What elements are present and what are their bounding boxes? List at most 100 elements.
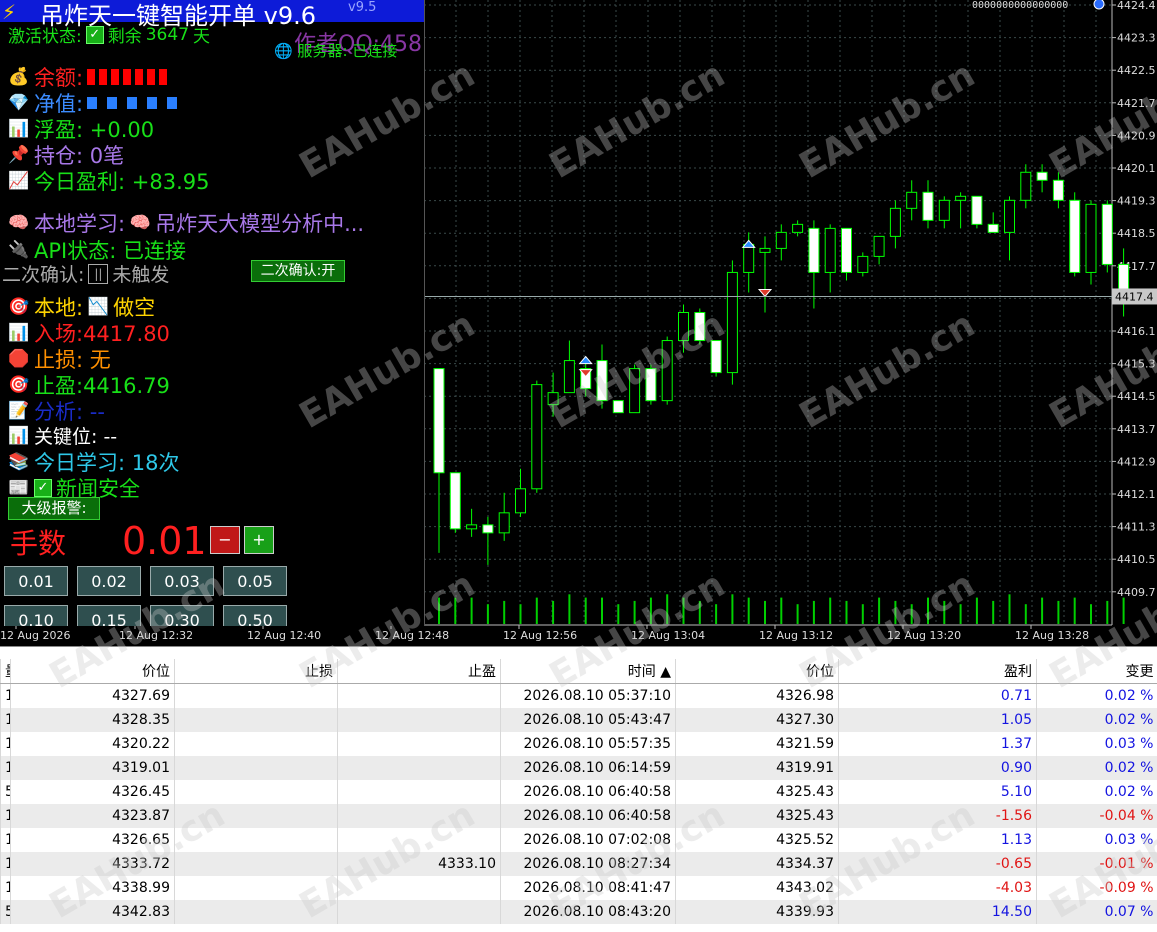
- trade-table: 量价位止损止盈时间 ▲价位盈利变更 14327.692026.08.10 05:…: [0, 659, 1157, 924]
- lot-preset-button[interactable]: 0.02: [77, 566, 141, 596]
- table-header-row: 量价位止损止盈时间 ▲价位盈利变更: [1, 659, 1157, 684]
- table-cell: 2026.08.10 05:37:10: [501, 684, 676, 709]
- candle-body: [499, 513, 509, 533]
- table-cell: 1.05: [839, 708, 1037, 732]
- column-header[interactable]: 量: [1, 659, 11, 684]
- table-row[interactable]: 14319.012026.08.10 06:14:594319.910.900.…: [1, 756, 1157, 780]
- table-cell: 0.03 %: [1037, 828, 1157, 852]
- column-header[interactable]: 止损: [175, 659, 338, 684]
- table-cell: 1: [1, 684, 11, 709]
- table-cell: 4319.91: [676, 756, 839, 780]
- bar-chart-icon: 📊: [8, 118, 30, 140]
- table-cell: 2026.08.10 06:40:58: [501, 780, 676, 804]
- table-row[interactable]: 14328.352026.08.10 05:43:474327.301.050.…: [1, 708, 1157, 732]
- activation-row: 激活状态: ✓ 剩余 3647 天: [8, 22, 210, 47]
- table-cell: 2026.08.10 08:27:34: [501, 852, 676, 876]
- local-learning-value: 吊炸天大模型分析中...: [155, 208, 364, 238]
- target-green-icon: 🎯: [8, 374, 30, 396]
- table-cell: [338, 684, 501, 709]
- chart-corner-icon: [1094, 0, 1104, 9]
- lot-preset-button[interactable]: 0.03: [150, 566, 214, 596]
- pin-icon: 📌: [8, 144, 30, 166]
- table-cell: [338, 876, 501, 900]
- candle-body: [890, 208, 900, 236]
- lot-preset-button[interactable]: 0.50: [223, 605, 287, 626]
- candle-body: [744, 244, 754, 272]
- candle-body: [793, 224, 803, 232]
- column-header[interactable]: 时间 ▲: [501, 659, 676, 684]
- table-row[interactable]: 14326.652026.08.10 07:02:084325.521.130.…: [1, 828, 1157, 852]
- table-cell: 4325.43: [676, 804, 839, 828]
- table-row[interactable]: 14323.872026.08.10 06:40:584325.43-1.56-…: [1, 804, 1157, 828]
- lot-preset-button[interactable]: 0.01: [4, 566, 68, 596]
- brain-icon: 🧠: [8, 212, 30, 234]
- column-header[interactable]: 变更: [1037, 659, 1157, 684]
- buy-arrow-icon: [580, 357, 592, 364]
- candle-body: [874, 236, 884, 256]
- time-axis-label: 12 Aug 2026: [0, 629, 70, 642]
- news-check-icon: ✓: [34, 479, 52, 497]
- table-cell: 5.10: [839, 780, 1037, 804]
- table-cell: [338, 756, 501, 780]
- lot-preset-button[interactable]: 0.05: [223, 566, 287, 596]
- table-row[interactable]: 14338.992026.08.10 08:41:474343.02-4.03-…: [1, 876, 1157, 900]
- time-axis-label: 12 Aug 12:32: [119, 629, 193, 642]
- candle-body: [1037, 172, 1047, 180]
- activation-check-icon: ✓: [86, 26, 104, 44]
- table-row[interactable]: 54326.452026.08.10 06:40:584325.435.100.…: [1, 780, 1157, 804]
- second-confirm-value: 未触发: [112, 260, 169, 287]
- panel-version: v9.5: [348, 0, 376, 15]
- diamond-icon: 💎: [8, 92, 30, 114]
- table-row[interactable]: 14333.724333.102026.08.10 08:27:344334.3…: [1, 852, 1157, 876]
- candle-body: [467, 525, 477, 529]
- lot-preset-button[interactable]: 0.10: [4, 605, 68, 626]
- second-confirm-toggle-button[interactable]: 二次确认:开: [251, 260, 345, 282]
- sell-arrow-icon: [759, 289, 771, 296]
- panel-title-bar[interactable]: ⚡ 吊炸天一键智能开单 v9.6 v9.5: [0, 0, 424, 22]
- price-chart[interactable]: 4424.44423.34422.54421.74420.94420.14419…: [0, 0, 1157, 646]
- candle-body: [776, 232, 786, 248]
- equity-redacted: [87, 97, 183, 109]
- table-cell: 4320.22: [11, 732, 175, 756]
- candle-body: [760, 248, 770, 252]
- candle-body: [695, 313, 705, 341]
- table-row[interactable]: 14320.222026.08.10 05:57:354321.591.370.…: [1, 732, 1157, 756]
- lot-increase-button[interactable]: +: [244, 526, 274, 554]
- candle-body: [956, 196, 966, 200]
- table-cell: 2026.08.10 08:41:47: [501, 876, 676, 900]
- lot-preset-button[interactable]: 0.15: [77, 605, 141, 626]
- time-axis-label: 12 Aug 13:12: [759, 629, 833, 642]
- table-cell: [175, 852, 338, 876]
- table-cell: -0.04 %: [1037, 804, 1157, 828]
- alert-button[interactable]: 大级报警:: [8, 497, 100, 520]
- column-header[interactable]: 价位: [11, 659, 175, 684]
- table-cell: 0.03 %: [1037, 732, 1157, 756]
- price-axis-label: 4413.7: [1117, 423, 1156, 436]
- table-cell: 4319.01: [11, 756, 175, 780]
- table-cell: 0.90: [839, 756, 1037, 780]
- remaining-days: 3647: [146, 25, 189, 45]
- table-cell: 4327.30: [676, 708, 839, 732]
- candle-body: [662, 341, 672, 401]
- table-cell: 5: [1, 780, 11, 804]
- key-level: 关键位: --: [34, 422, 117, 449]
- candle-body: [646, 369, 656, 401]
- price-axis-label: 4411.3: [1117, 521, 1156, 534]
- price-axis-label: 4415.3: [1117, 358, 1156, 371]
- table-cell: 4327.69: [11, 684, 175, 709]
- lot-preset-button[interactable]: 0.30: [150, 605, 214, 626]
- ea-control-panel: ⚡ 吊炸天一键智能开单 v9.6 v9.5 激活状态: ✓ 剩余 3647 天 …: [0, 0, 425, 626]
- candle-body: [907, 192, 917, 208]
- table-row[interactable]: 14327.692026.08.10 05:37:104326.980.710.…: [1, 684, 1157, 709]
- table-row[interactable]: 54342.832026.08.10 08:43:204339.9314.500…: [1, 900, 1157, 924]
- server-label: 服务器:: [297, 42, 347, 60]
- column-header[interactable]: 价位: [676, 659, 839, 684]
- column-header[interactable]: 盈利: [839, 659, 1037, 684]
- table-cell: 1: [1, 756, 11, 780]
- table-cell: 2026.08.10 05:57:35: [501, 732, 676, 756]
- table-cell: 0.02 %: [1037, 708, 1157, 732]
- lot-decrease-button[interactable]: −: [210, 526, 240, 554]
- column-header[interactable]: 止盈: [338, 659, 501, 684]
- target-icon: 🎯: [8, 296, 30, 318]
- table-cell: [338, 804, 501, 828]
